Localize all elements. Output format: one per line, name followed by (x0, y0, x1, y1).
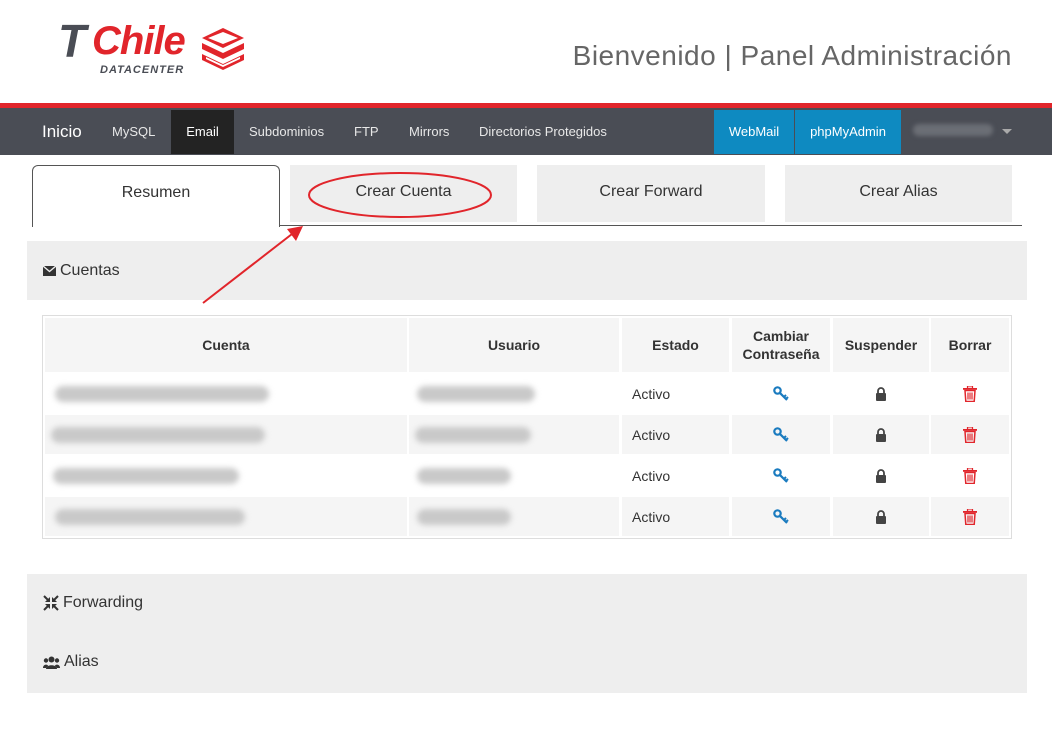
key-icon (773, 385, 789, 401)
server-stack-icon (202, 28, 244, 70)
tab-crear-alias[interactable]: Crear Alias (785, 165, 1012, 222)
suspend-button[interactable] (833, 374, 929, 413)
nav-webmail-button[interactable]: WebMail (714, 110, 794, 154)
nav-ftp[interactable]: FTP (354, 110, 379, 154)
alias-panel-header[interactable]: Alias (43, 647, 99, 677)
delete-button[interactable] (931, 456, 1009, 495)
page-title: Bienvenido | Panel Administración (572, 40, 1012, 71)
cell-estado: Activo (622, 415, 729, 454)
compress-arrows-icon (43, 595, 59, 611)
delete-button[interactable] (931, 497, 1009, 536)
redacted-user (415, 426, 531, 443)
trash-icon (963, 467, 977, 484)
tchile-logo[interactable]: T Chile DATACENTER (58, 16, 258, 82)
suspend-button[interactable] (833, 497, 929, 536)
suspend-button[interactable] (833, 415, 929, 454)
tab-crear-forward[interactable]: Crear Forward (537, 165, 765, 222)
cell-usuario (409, 374, 619, 413)
redacted-user (417, 385, 535, 402)
col-header-suspender: Suspender (833, 318, 929, 372)
top-navbar: Inicio MySQL Email Subdominios FTP Mirro… (0, 108, 1052, 155)
nav-directorios-protegidos[interactable]: Directorios Protegidos (479, 110, 607, 154)
col-header-usuario: Usuario (409, 318, 619, 372)
cell-usuario (409, 497, 619, 536)
redacted-email (55, 385, 269, 402)
nav-mirrors[interactable]: Mirrors (409, 110, 449, 154)
tab-crear-cuenta[interactable]: Crear Cuenta (290, 165, 517, 222)
change-password-button[interactable] (732, 497, 830, 536)
cell-usuario (409, 415, 619, 454)
suspend-button[interactable] (833, 456, 929, 495)
key-icon (773, 426, 789, 442)
cell-cuenta (45, 497, 407, 536)
tabs-divider (279, 225, 1022, 226)
redacted-user (417, 508, 511, 525)
envelope-icon (43, 265, 56, 276)
cell-estado: Activo (632, 467, 671, 484)
change-password-button[interactable] (732, 456, 830, 495)
page-header: T Chile DATACENTER Bienvenido | Panel Ad… (0, 0, 1052, 103)
users-icon (43, 656, 60, 669)
delete-button[interactable] (931, 415, 1009, 454)
col-header-borrar: Borrar (931, 318, 1009, 372)
change-password-button[interactable] (732, 415, 830, 454)
nav-subdominios[interactable]: Subdominios (249, 110, 324, 154)
cell-cuenta (45, 415, 407, 454)
trash-icon (963, 426, 977, 443)
delete-button[interactable] (931, 374, 1009, 413)
forwarding-alias-panel: Forwarding Alias (27, 574, 1027, 693)
nav-phpmyadmin-button[interactable]: phpMyAdmin (795, 110, 901, 154)
forwarding-title: Forwarding (63, 594, 144, 611)
logo-chile: Chile (92, 19, 186, 63)
key-icon (773, 467, 789, 483)
nav-email[interactable]: Email (171, 110, 234, 154)
change-password-button[interactable] (732, 374, 830, 413)
cuentas-panel-header[interactable]: Cuentas (27, 241, 1027, 300)
user-menu-name[interactable] (913, 124, 993, 136)
redacted-email (53, 467, 239, 484)
lock-icon (876, 509, 886, 524)
redacted-email (55, 508, 245, 525)
redacted-email (51, 426, 265, 443)
cell-estado: Activo (632, 385, 671, 402)
key-icon (773, 508, 789, 524)
trash-icon (963, 385, 977, 402)
lock-icon (876, 386, 886, 401)
logo-datacenter: DATACENTER (100, 64, 185, 76)
redacted-user (417, 467, 511, 484)
cell-estado: Activo (622, 497, 729, 536)
forwarding-panel-header[interactable]: Forwarding (43, 588, 143, 618)
nav-inicio[interactable]: Inicio (42, 110, 82, 154)
alias-title: Alias (64, 653, 99, 670)
nav-mysql[interactable]: MySQL (112, 110, 155, 154)
accounts-table: Cuenta Usuario Estado Cambiar Contraseña… (42, 315, 1012, 539)
cell-usuario (409, 456, 619, 495)
logo-t: T (58, 15, 86, 67)
lock-icon (876, 468, 886, 483)
col-header-cuenta: Cuenta (45, 318, 407, 372)
col-header-cambiar-contrasena: Cambiar Contraseña (732, 318, 830, 372)
cell-cuenta (45, 374, 407, 413)
chevron-down-icon[interactable] (1002, 129, 1012, 134)
cell-cuenta (45, 456, 407, 495)
cuentas-title: Cuentas (60, 261, 120, 279)
trash-icon (963, 508, 977, 525)
lock-icon (876, 427, 886, 442)
tab-resumen[interactable]: Resumen (32, 165, 280, 227)
col-header-estado: Estado (622, 318, 729, 372)
